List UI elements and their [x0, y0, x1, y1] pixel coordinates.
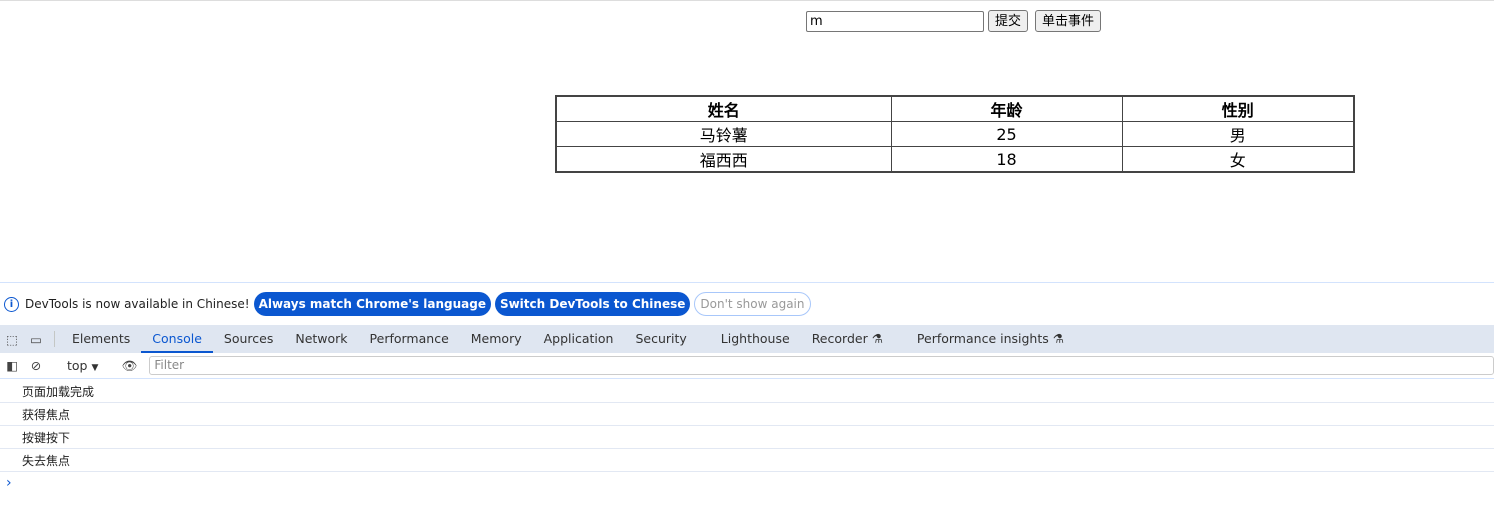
context-selector[interactable]: top ▼ — [61, 358, 104, 373]
tab-lighthouse[interactable]: Lighthouse — [710, 325, 801, 353]
click-event-button[interactable]: 单击事件 — [1035, 10, 1102, 32]
dont-show-again-button[interactable]: Don't show again — [694, 292, 811, 316]
clear-console-icon[interactable]: ⊘ — [24, 358, 48, 373]
tab-elements[interactable]: Elements — [61, 325, 141, 353]
cell: 18 — [890, 146, 1123, 173]
cell: 福西西 — [555, 146, 892, 173]
tab-console[interactable]: Console — [141, 325, 213, 353]
console-messages: 页面加载完成 获得焦点 按键按下 失去焦点 › — [0, 380, 1494, 494]
header-age: 年龄 — [890, 95, 1123, 122]
tab-recorder[interactable]: Recorder ⚗ — [801, 325, 894, 353]
cell: 女 — [1121, 146, 1355, 173]
cell: 男 — [1121, 121, 1355, 147]
context-label: top — [67, 358, 88, 373]
tab-application[interactable]: Application — [533, 325, 625, 353]
people-table: 姓名 年龄 性别 马铃薯 25 男 福西西 18 女 — [555, 95, 1355, 173]
tab-performance-insights[interactable]: Performance insights ⚗ — [906, 325, 1075, 353]
table-row: 福西西 18 女 — [555, 146, 1355, 173]
console-prompt-icon[interactable]: › — [0, 472, 1494, 494]
console-message: 失去焦点 — [0, 449, 1494, 472]
sidebar-toggle-icon[interactable]: ◧ — [0, 358, 24, 373]
flask-icon: ⚗ — [871, 331, 883, 346]
divider — [54, 331, 55, 347]
cell: 马铃薯 — [555, 121, 892, 147]
dropdown-arrow-icon: ▼ — [91, 363, 99, 373]
tab-performance[interactable]: Performance — [359, 325, 460, 353]
tab-sources[interactable]: Sources — [213, 325, 284, 353]
eye-icon[interactable]: 👁 — [117, 358, 141, 374]
devtools-tabbar: ⬚ ▭ Elements Console Sources Network Per… — [0, 325, 1494, 353]
tab-performance-insights-label: Performance insights — [916, 331, 1049, 346]
text-input[interactable]: m — [806, 11, 984, 32]
page-top-border — [0, 0, 1494, 1]
header-gender: 性别 — [1121, 95, 1355, 122]
console-message: 页面加载完成 — [0, 380, 1494, 403]
table-header-row: 姓名 年龄 性别 — [555, 95, 1355, 122]
submit-button[interactable]: 提交 — [988, 10, 1029, 32]
always-match-language-button[interactable]: Always match Chrome's language — [253, 292, 491, 316]
device-toolbar-icon[interactable]: ▭ — [24, 325, 48, 353]
tab-memory[interactable]: Memory — [460, 325, 533, 353]
info-icon: i — [4, 296, 19, 312]
filter-input[interactable]: Filter — [149, 356, 1494, 375]
flask-icon: ⚗ — [1052, 331, 1064, 346]
tab-security[interactable]: Security — [624, 325, 697, 353]
table-row: 马铃薯 25 男 — [555, 121, 1355, 147]
tab-network[interactable]: Network — [284, 325, 358, 353]
console-message: 按键按下 — [0, 426, 1494, 449]
cell: 25 — [890, 121, 1123, 147]
tab-recorder-label: Recorder — [811, 331, 868, 346]
language-infobar: i DevTools is now available in Chinese! … — [0, 282, 1494, 325]
inspect-element-icon[interactable]: ⬚ — [0, 325, 24, 353]
console-toolbar: ◧ ⊘ top ▼ 👁 Filter — [0, 353, 1494, 379]
infobar-message: DevTools is now available in Chinese! — [25, 297, 250, 311]
console-message: 获得焦点 — [0, 403, 1494, 426]
switch-to-chinese-button[interactable]: Switch DevTools to Chinese — [494, 292, 691, 316]
header-name: 姓名 — [555, 95, 892, 122]
